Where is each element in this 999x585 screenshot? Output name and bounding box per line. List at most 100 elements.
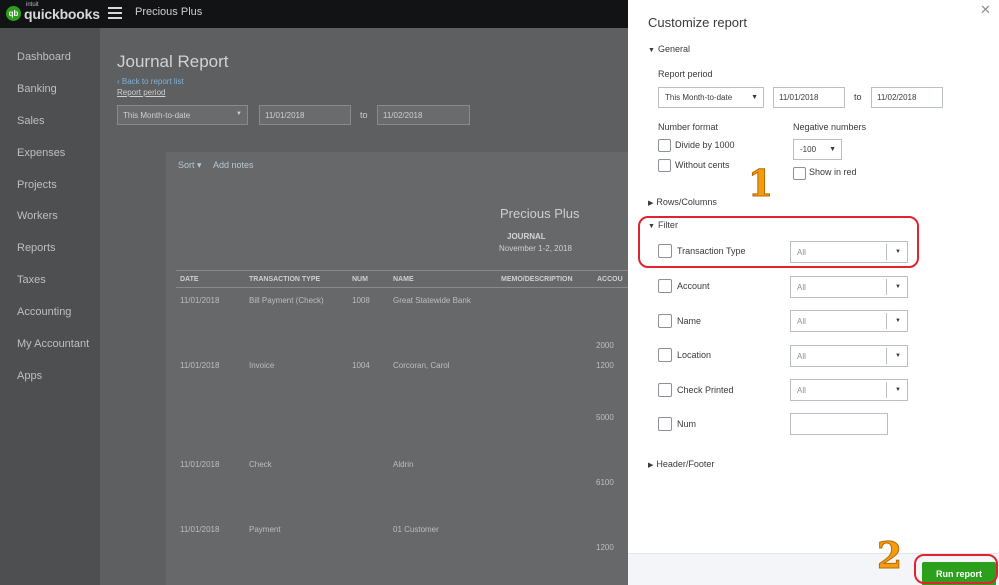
panel-report-period-select[interactable]: This Month-to-date ▼ — [658, 87, 764, 108]
row3-name: Aldrin — [393, 460, 414, 469]
annotation-number-1: 1 — [747, 163, 774, 206]
show-in-red-checkbox[interactable] — [793, 167, 806, 180]
chevron-down-icon: ▼ — [751, 94, 758, 101]
section-header-footer[interactable]: ▶ Header/Footer — [648, 459, 714, 469]
company-name: Precious Plus — [135, 6, 203, 18]
brand-name: quickbooks — [24, 6, 100, 22]
account-checkbox[interactable] — [658, 279, 672, 293]
col-name[interactable]: NAME — [393, 276, 414, 283]
section-general-label: General — [657, 44, 690, 54]
back-link-label[interactable]: Back to report list — [122, 77, 184, 86]
name-select[interactable]: All ▼ — [790, 310, 908, 332]
negative-numbers-value: -100 — [800, 145, 817, 154]
account-select[interactable]: All ▼ — [790, 276, 908, 298]
select-divider — [886, 382, 887, 398]
panel-to-date-input[interactable]: 11/02/2018 — [871, 87, 943, 108]
check-printed-value: All — [797, 386, 806, 395]
hamburger-menu-icon[interactable] — [108, 7, 122, 19]
location-select[interactable]: All ▼ — [790, 345, 908, 367]
num-checkbox[interactable] — [658, 417, 672, 431]
row4-account: 1200 — [596, 543, 614, 552]
check-printed-checkbox[interactable] — [658, 383, 672, 397]
chevron-down-icon: ▼ — [895, 318, 901, 324]
row1-type[interactable]: Bill Payment (Check) — [249, 296, 324, 305]
col-account[interactable]: ACCOU — [597, 276, 623, 283]
row2-num: 1004 — [352, 361, 370, 370]
add-notes-link[interactable]: Add notes — [213, 160, 254, 170]
sidebar-item-reports[interactable]: Reports — [17, 242, 56, 254]
row2-account-2: 5000 — [596, 413, 614, 422]
report-period-heading: Report period — [658, 69, 713, 79]
sidebar-item-banking[interactable]: Banking — [17, 83, 57, 95]
sidebar-item-accounting[interactable]: Accounting — [17, 306, 71, 318]
account-value: All — [797, 283, 806, 292]
sidebar-item-dashboard[interactable]: Dashboard — [17, 51, 71, 63]
transaction-type-select[interactable]: All ▼ — [790, 241, 908, 263]
row2-date: 11/01/2018 — [180, 361, 220, 370]
panel-to-label: to — [854, 92, 862, 102]
transaction-type-checkbox[interactable] — [658, 244, 672, 258]
panel-title: Customize report — [648, 15, 747, 30]
section-general[interactable]: ▼ General — [648, 44, 690, 54]
chevron-down-icon: ▼ — [895, 284, 901, 290]
to-label: to — [360, 110, 368, 120]
col-num[interactable]: NUM — [352, 276, 368, 283]
sidebar-item-my-accountant[interactable]: My Accountant — [17, 338, 89, 350]
page-title: Journal Report — [117, 52, 229, 71]
num-label: Num — [677, 419, 697, 429]
report-main: Journal Report ‹ Back to report list Rep… — [100, 28, 628, 585]
from-date-input[interactable]: 11/01/2018 — [259, 105, 351, 125]
panel-from-date-input[interactable]: 11/01/2018 — [773, 87, 845, 108]
section-rows-columns[interactable]: ▶ Rows/Columns — [648, 197, 717, 207]
sort-label[interactable]: Sort — [178, 160, 195, 170]
row2-type[interactable]: Invoice — [249, 361, 274, 370]
number-format-heading: Number format — [658, 122, 719, 132]
row4-name: 01 Customer — [393, 525, 439, 534]
table-header: DATE TRANSACTION TYPE NUM NAME MEMO/DESC… — [176, 270, 628, 288]
sidebar-item-expenses[interactable]: Expenses — [17, 147, 65, 159]
to-date-input[interactable]: 11/02/2018 — [377, 105, 470, 125]
without-cents-label: Without cents — [675, 160, 730, 170]
section-rows-columns-label: Rows/Columns — [656, 197, 717, 207]
annotation-highlight-run-report — [914, 554, 998, 584]
num-input[interactable] — [790, 413, 888, 435]
sidebar-item-projects[interactable]: Projects — [17, 179, 57, 191]
sidebar: Dashboard Banking Sales Expenses Project… — [0, 28, 100, 585]
row2-name: Corcoran, Carol — [393, 361, 450, 370]
without-cents-checkbox[interactable] — [658, 159, 671, 172]
location-value: All — [797, 352, 806, 361]
sidebar-item-workers[interactable]: Workers — [17, 210, 58, 222]
row3-date: 11/01/2018 — [180, 460, 220, 469]
annotation-number-2: 2 — [876, 535, 903, 578]
negative-numbers-select[interactable]: -100 ▼ — [793, 139, 842, 160]
col-date[interactable]: DATE — [180, 276, 199, 283]
chevron-down-icon: ▼ — [895, 249, 901, 255]
caret-down-icon: ▼ — [648, 47, 655, 54]
row1-name: Great Statewide Bank — [393, 296, 471, 305]
report-period-select[interactable]: This Month-to-date ▼ — [117, 105, 248, 125]
sidebar-item-taxes[interactable]: Taxes — [17, 274, 46, 286]
col-transaction-type[interactable]: TRANSACTION TYPE — [249, 276, 320, 283]
caret-right-icon: ▶ — [648, 462, 654, 469]
row4-type[interactable]: Payment — [249, 525, 281, 534]
chevron-down-icon: ▼ — [895, 353, 901, 359]
location-label: Location — [677, 350, 712, 360]
name-checkbox[interactable] — [658, 314, 672, 328]
sort-dropdown[interactable]: Sort ▾ — [178, 160, 202, 171]
check-printed-label: Check Printed — [677, 385, 734, 395]
check-printed-select[interactable]: All ▼ — [790, 379, 908, 401]
sidebar-item-sales[interactable]: Sales — [17, 115, 45, 127]
chevron-down-icon: ▼ — [829, 146, 836, 153]
select-divider — [886, 348, 887, 364]
col-memo[interactable]: MEMO/DESCRIPTION — [501, 276, 573, 283]
row3-type[interactable]: Check — [249, 460, 272, 469]
location-checkbox[interactable] — [658, 348, 672, 362]
select-divider — [886, 244, 887, 260]
report-company-name: Precious Plus — [500, 206, 580, 221]
back-to-report-list-link[interactable]: ‹ Back to report list — [117, 77, 184, 86]
sidebar-item-apps[interactable]: Apps — [17, 370, 42, 382]
row1-account: 2000 — [596, 341, 614, 350]
divide-by-1000-checkbox[interactable] — [658, 139, 671, 152]
close-icon[interactable]: ✕ — [980, 2, 991, 18]
row4-date: 11/01/2018 — [180, 525, 220, 534]
